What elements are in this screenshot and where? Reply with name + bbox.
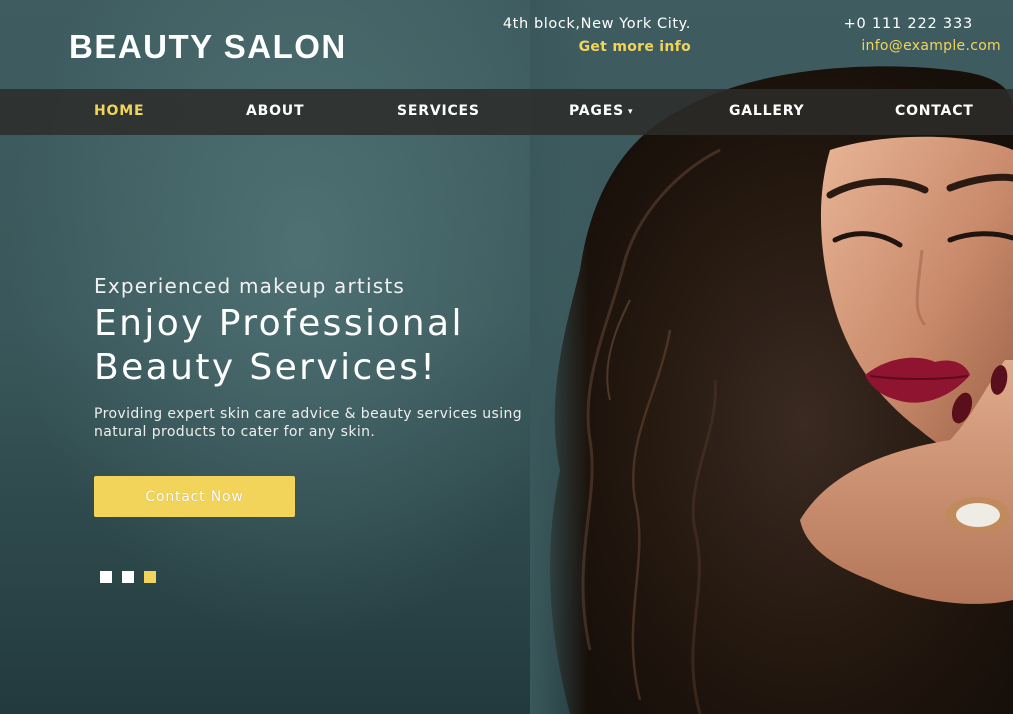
nav-item-home[interactable]: HOME [94, 103, 144, 119]
slider-dot-1[interactable] [100, 571, 112, 583]
hero-description: Providing expert skin care advice & beau… [94, 406, 523, 440]
slider-dot-2[interactable] [122, 571, 134, 583]
nav-item-contact[interactable]: CONTACT [895, 103, 974, 119]
nav-item-about[interactable]: ABOUT [246, 103, 304, 119]
nav-item-services[interactable]: SERVICES [397, 103, 480, 119]
main-navigation: HOME ABOUT SERVICES PAGES ▾ GALLERY CONTA… [0, 89, 1013, 135]
get-more-info-link[interactable]: Get more info [579, 39, 691, 55]
email-link[interactable]: info@example.com [861, 38, 1001, 54]
site-logo[interactable]: BEAUTY SALON [69, 28, 347, 66]
nav-item-pages[interactable]: PAGES ▾ [569, 103, 633, 119]
nav-item-gallery[interactable]: GALLERY [729, 103, 804, 119]
top-header: BEAUTY SALON 4th block,New York City. Ge… [0, 0, 1013, 89]
phone-number: +0 111 222 333 [843, 16, 973, 32]
chevron-down-icon: ▾ [627, 107, 634, 117]
address-text: 4th block,New York City. [502, 16, 691, 32]
slider-dot-3[interactable] [144, 571, 156, 583]
nav-item-pages-label: PAGES [569, 103, 624, 119]
hero-tagline: Experienced makeup artists [94, 274, 405, 298]
contact-now-button[interactable]: Contact Now [94, 476, 295, 517]
hero-headline: Enjoy Professional Beauty Services! [94, 303, 464, 388]
